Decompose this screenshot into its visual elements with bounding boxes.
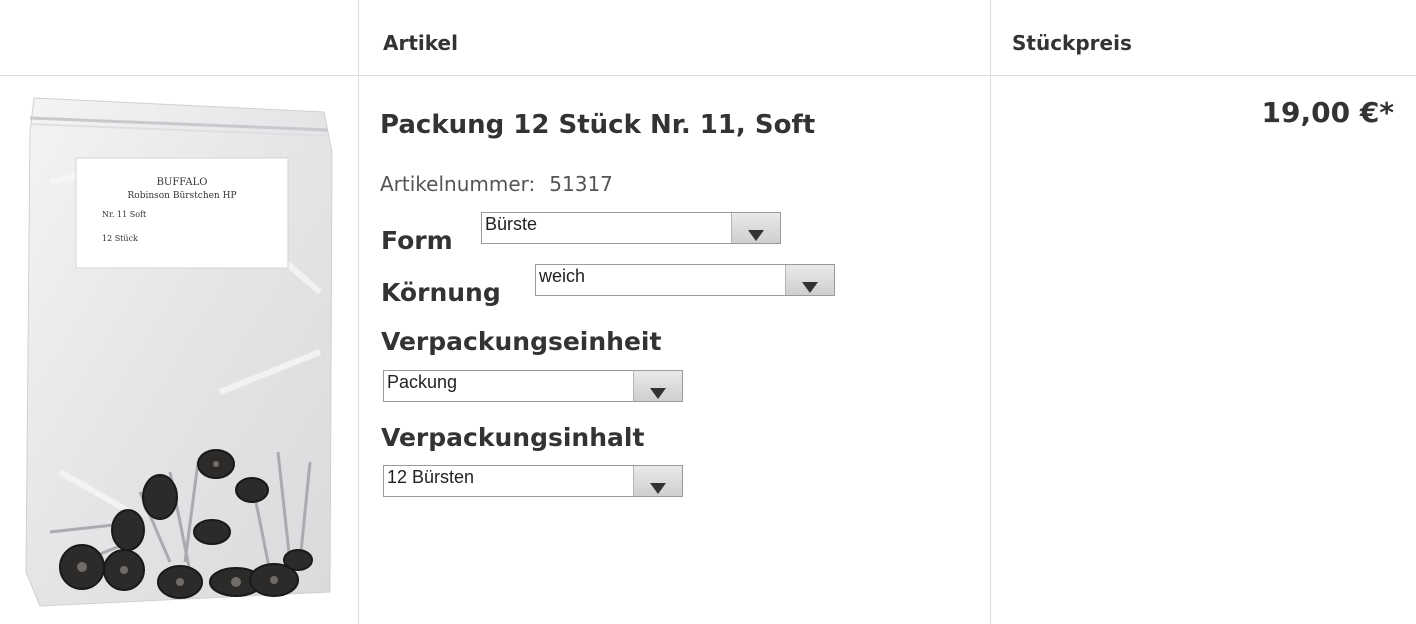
verpackungseinheit-select-value: Packung bbox=[387, 372, 458, 392]
column-header-article: Artikel bbox=[383, 31, 458, 55]
bag-label-line-1: BUFFALO bbox=[157, 177, 208, 188]
product-bag-image: BUFFALO Robinson Bürstchen HP Nr. 11 Sof… bbox=[25, 97, 333, 607]
verpackungsinhalt-select-value: 12 Bürsten bbox=[387, 467, 475, 487]
verpackungsinhalt-select[interactable]: 12 Bürsten bbox=[383, 465, 683, 497]
option-label-form: Form bbox=[381, 226, 453, 255]
column-divider-2 bbox=[990, 0, 991, 624]
header-divider bbox=[0, 75, 1416, 76]
bag-label-line-3: Nr. 11 Soft bbox=[102, 210, 147, 219]
column-header-price: Stückpreis bbox=[1012, 31, 1132, 55]
product-image[interactable]: BUFFALO Robinson Bürstchen HP Nr. 11 Sof… bbox=[20, 92, 340, 612]
verpackungseinheit-select-button[interactable] bbox=[633, 371, 682, 401]
chevron-down-icon bbox=[650, 483, 666, 494]
form-select-value: Bürste bbox=[485, 214, 538, 234]
article-number-label: Artikelnummer: bbox=[380, 172, 536, 196]
bag-label-line-2: Robinson Bürstchen HP bbox=[128, 191, 237, 201]
form-select-button[interactable] bbox=[731, 213, 780, 243]
column-divider-1 bbox=[358, 0, 359, 624]
chevron-down-icon bbox=[748, 230, 764, 241]
koernung-select-value: weich bbox=[539, 266, 586, 286]
option-label-verpackungsinhalt: Verpackungsinhalt bbox=[381, 423, 645, 452]
verpackungseinheit-select[interactable]: Packung bbox=[383, 370, 683, 402]
koernung-select[interactable]: weich bbox=[535, 264, 835, 296]
chevron-down-icon bbox=[802, 282, 818, 293]
chevron-down-icon bbox=[650, 388, 666, 399]
option-label-verpackungseinheit: Verpackungseinheit bbox=[381, 327, 662, 356]
bag-label-line-4: 12 Stück bbox=[102, 234, 138, 243]
article-number-row: Artikelnummer: 51317 bbox=[380, 172, 613, 196]
form-select[interactable]: Bürste bbox=[481, 212, 781, 244]
unit-price: 19,00 €* bbox=[1261, 96, 1394, 129]
option-label-koernung: Körnung bbox=[381, 278, 501, 307]
koernung-select-button[interactable] bbox=[785, 265, 834, 295]
article-number-value: 51317 bbox=[549, 172, 613, 196]
product-title[interactable]: Packung 12 Stück Nr. 11, Soft bbox=[380, 110, 815, 140]
verpackungsinhalt-select-button[interactable] bbox=[633, 466, 682, 496]
